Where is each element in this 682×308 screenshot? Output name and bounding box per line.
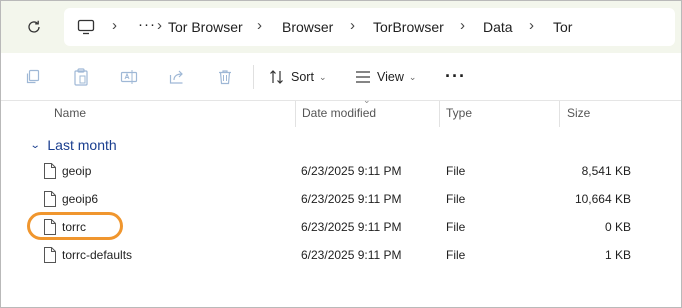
delete-button[interactable] [215,67,235,87]
breadcrumb-separator: › [460,17,465,34]
column-header-name[interactable]: Name [54,106,86,132]
file-name: geoip6 [62,192,99,206]
command-bar: Sort ⌄ View ⌄ ··· [1,53,681,101]
rename-icon [120,70,138,84]
column-header-type[interactable]: Type [446,106,472,132]
file-type: File [446,248,466,262]
column-divider[interactable] [295,101,296,127]
sort-button[interactable]: Sort ⌄ [269,66,326,88]
column-divider[interactable] [439,101,440,127]
breadcrumb-separator: › [350,17,355,34]
chevron-down-icon: ⌄ [318,71,327,82]
computer-crumb[interactable] [76,18,96,36]
group-label: Last month [47,137,117,153]
file-size: 1 KB [604,248,631,262]
address-row: › ··· › Tor Browser › Browser › TorBrows… [1,1,681,53]
breadcrumb-overflow-button[interactable]: ··· [138,16,156,33]
more-options-button[interactable]: ··· [445,66,466,87]
sort-icon [270,70,283,84]
sort-indicator-icon: ⌄ [363,95,371,105]
rename-button[interactable] [119,67,139,87]
highlight-annotation [27,212,123,240]
crumb-torbrowser[interactable]: TorBrowser [373,19,444,35]
file-date: 6/23/2025 9:11 PM [301,192,402,206]
file-name: torrc-defaults [62,248,133,262]
file-icon [44,247,56,263]
file-size: 0 KB [604,220,631,234]
crumb-tor[interactable]: Tor [553,19,572,35]
crumb-data[interactable]: Data [483,19,513,35]
file-type: File [446,192,466,206]
column-header-date[interactable]: Date modified [302,106,376,132]
file-date: 6/23/2025 9:11 PM [301,164,402,178]
breadcrumb-separator: › [112,17,117,34]
delete-icon [219,70,231,85]
file-date: 6/23/2025 9:11 PM [301,248,402,262]
column-divider[interactable] [559,101,560,127]
share-icon [169,70,183,84]
address-bar[interactable]: › ··· › Tor Browser › Browser › TorBrows… [64,8,675,46]
paste-button[interactable] [71,67,91,87]
toolbar-divider [253,65,254,89]
paste-icon [74,68,88,86]
file-icon [44,191,56,207]
chevron-down-icon: ⌄ [408,71,417,82]
file-size: 10,664 KB [574,192,631,206]
copy-button[interactable] [23,67,43,87]
copy-icon [26,69,40,84]
file-size: 8,541 KB [581,164,631,178]
file-row[interactable]: torrc-defaults 6/23/2025 9:11 PM File 1 … [1,243,681,269]
file-row[interactable]: geoip6 6/23/2025 9:11 PM File 10,664 KB [1,187,681,213]
share-button[interactable] [167,67,187,87]
breadcrumb-separator: › [529,17,534,34]
group-header-last-month[interactable]: ⌄ Last month [29,135,117,155]
chevron-down-icon: ⌄ [29,139,41,151]
crumb-tor-browser[interactable]: Tor Browser [168,19,243,35]
file-row[interactable]: geoip 6/23/2025 9:11 PM File 8,541 KB [1,159,681,185]
breadcrumb-separator: › [257,17,262,34]
column-header-size[interactable]: Size [567,106,590,132]
refresh-button[interactable] [23,16,45,38]
computer-icon [77,19,95,35]
view-label: View [377,70,404,84]
file-date: 6/23/2025 9:11 PM [301,220,402,234]
view-button[interactable]: View ⌄ [355,66,416,88]
file-explorer-window: › ··· › Tor Browser › Browser › TorBrows… [0,0,682,308]
view-icon [356,71,370,83]
file-name: geoip [62,164,92,178]
crumb-browser[interactable]: Browser [282,19,333,35]
refresh-icon [28,20,40,33]
file-type: File [446,164,466,178]
breadcrumb-separator: › [157,17,162,34]
file-icon [44,163,56,179]
sort-label: Sort [291,70,314,84]
file-type: File [446,220,466,234]
